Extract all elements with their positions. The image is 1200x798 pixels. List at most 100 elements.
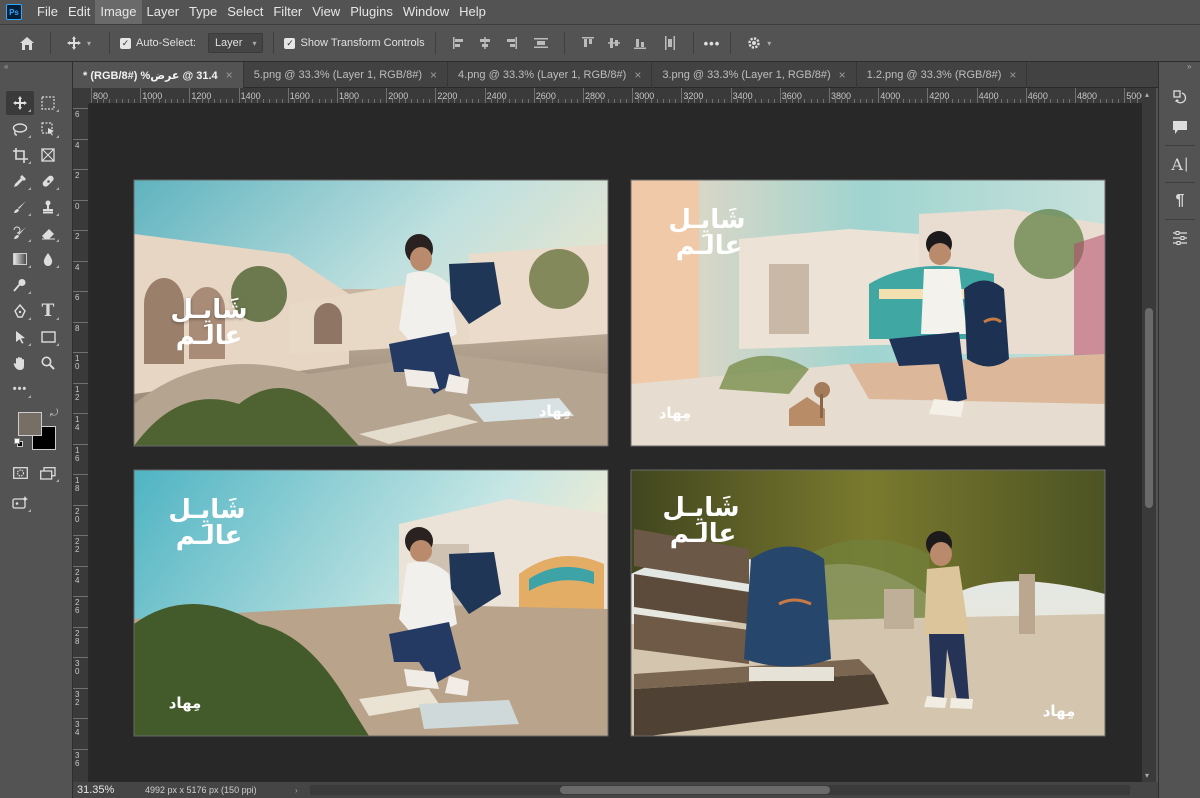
ruler-minor-tick — [785, 99, 787, 103]
foreground-color-swatch[interactable] — [18, 412, 42, 436]
zoom-level-field[interactable]: 31.35% — [73, 784, 125, 796]
menu-layer[interactable]: Layer — [142, 0, 185, 24]
history-panel-icon[interactable] — [1159, 82, 1200, 112]
type-tool-icon[interactable]: T — [34, 299, 62, 323]
close-icon[interactable]: × — [1009, 68, 1016, 82]
eraser-tool-icon[interactable] — [34, 221, 62, 245]
tab-document-2[interactable]: 5.png @ 33.3% (Layer 1, RGB/8#) × — [244, 62, 449, 88]
more-options-button[interactable]: ••• — [704, 36, 721, 51]
close-icon[interactable]: × — [634, 68, 641, 82]
quick-mask-icon[interactable] — [6, 461, 34, 485]
crop-tool-icon[interactable] — [6, 143, 34, 167]
align-top-edges-icon[interactable] — [575, 33, 601, 53]
vertical-scrollbar[interactable]: ▴ ▾ — [1142, 88, 1156, 782]
document-canvas[interactable]: شَايِـل عالـم مِهاد شَايِـل عالـم مِهاد … — [89, 104, 1142, 782]
paragraph-panel-icon[interactable]: ¶ — [1159, 186, 1200, 216]
close-icon[interactable]: × — [226, 68, 233, 82]
hand-tool-icon[interactable] — [6, 351, 34, 375]
tab-document-3[interactable]: 4.png @ 33.3% (Layer 1, RGB/8#) × — [448, 62, 653, 88]
move-tool-icon[interactable] — [6, 91, 34, 115]
home-icon[interactable] — [14, 33, 40, 53]
menu-edit[interactable]: Edit — [63, 0, 95, 24]
screen-mode-icon[interactable] — [34, 461, 62, 485]
healing-brush-tool-icon[interactable] — [34, 169, 62, 193]
horizontal-scrollbar[interactable] — [309, 785, 1130, 795]
move-tool-preset-icon[interactable] — [61, 33, 87, 53]
scroll-down-icon[interactable]: ▾ — [1145, 771, 1149, 780]
marquee-tool-icon[interactable] — [34, 91, 62, 115]
collapse-icon[interactable]: » — [1159, 62, 1200, 72]
menu-image[interactable]: Image — [95, 0, 142, 24]
tab-document-1[interactable]: 31.4 @ عرض% (RGB/8#) * × — [73, 62, 244, 88]
canvas-area[interactable]: شَايِـل عالـم مِهاد شَايِـل عالـم مِهاد … — [89, 104, 1142, 782]
vertical-scroll-thumb[interactable] — [1145, 308, 1153, 508]
menu-view[interactable]: View — [307, 0, 345, 24]
horizontal-scroll-thumb[interactable] — [559, 786, 830, 794]
rectangle-tool-icon[interactable] — [34, 325, 62, 349]
blur-tool-icon[interactable] — [34, 247, 62, 271]
object-selection-tool-icon[interactable] — [34, 117, 62, 141]
ruler-tick — [976, 88, 978, 103]
zoom-tool-icon[interactable] — [34, 351, 62, 375]
menu-help[interactable]: Help — [454, 0, 491, 24]
distribute-horizontal-icon[interactable] — [657, 33, 683, 53]
photo-3[interactable]: شَايِـل عالـم مِهاد — [133, 469, 609, 737]
lasso-tool-icon[interactable] — [6, 117, 34, 141]
menu-select[interactable]: Select — [222, 0, 268, 24]
gradient-tool-icon[interactable] — [6, 247, 34, 271]
clone-stamp-tool-icon[interactable] — [34, 195, 62, 219]
photo-2-logo: مِهاد — [659, 404, 692, 422]
distribute-vertical-icon[interactable] — [528, 33, 554, 53]
generative-icon[interactable] — [6, 491, 34, 515]
show-transform-controls-checkbox[interactable]: ✓ Show Transform Controls — [284, 37, 425, 49]
align-right-edges-icon[interactable] — [498, 33, 524, 53]
menu-type[interactable]: Type — [184, 0, 222, 24]
eyedropper-tool-icon[interactable] — [6, 169, 34, 193]
close-icon[interactable]: × — [839, 68, 846, 82]
ruler-label: 20 — [75, 506, 80, 524]
properties-panel-icon[interactable] — [1159, 223, 1200, 253]
horizontal-ruler[interactable]: 800 1000 1200 1400 1600 1800 2000 2200 2400 2600 2… — [89, 88, 1142, 104]
dodge-tool-icon[interactable] — [6, 273, 34, 297]
scroll-up-icon[interactable]: ▴ — [1145, 90, 1149, 99]
default-colors-icon[interactable] — [14, 438, 23, 447]
chevron-down-icon[interactable]: ▾ — [767, 39, 771, 48]
ruler-minor-tick — [1056, 99, 1058, 103]
ruler-origin[interactable] — [73, 88, 89, 104]
ruler-minor-tick — [619, 99, 621, 103]
photo-2[interactable]: شَايِـل عالـم مِهاد — [630, 179, 1106, 447]
auto-select-dropdown[interactable]: Layer ▾ — [207, 33, 264, 53]
photo-4[interactable]: شَايِـل عالـم مِهاد — [630, 469, 1106, 737]
path-selection-tool-icon[interactable] — [6, 325, 34, 349]
align-left-edges-icon[interactable] — [446, 33, 472, 53]
ruler-tick — [73, 565, 88, 567]
frame-tool-icon[interactable] — [34, 143, 62, 167]
photo-1[interactable]: شَايِـل عالـم مِهاد — [133, 179, 609, 447]
status-menu-chevron-icon[interactable]: › — [295, 786, 298, 795]
align-vertical-centers-icon[interactable] — [601, 33, 627, 53]
align-horizontal-centers-icon[interactable] — [472, 33, 498, 53]
menu-file[interactable]: File — [32, 0, 63, 24]
ruler-tick — [337, 88, 338, 103]
brush-tool-icon[interactable] — [6, 195, 34, 219]
history-brush-tool-icon[interactable] — [6, 221, 34, 245]
tab-document-5[interactable]: 1.2.png @ 33.3% (RGB/8#) × — [857, 62, 1028, 88]
collapse-icon[interactable]: « — [0, 62, 72, 72]
menu-window[interactable]: Window — [398, 0, 454, 24]
gear-icon[interactable] — [741, 33, 767, 53]
menu-filter[interactable]: Filter — [268, 0, 307, 24]
align-bottom-edges-icon[interactable] — [627, 33, 653, 53]
chevron-down-icon[interactable]: ▾ — [87, 39, 91, 48]
character-panel-icon[interactable]: A | — [1159, 149, 1200, 179]
menu-plugins[interactable]: Plugins — [345, 0, 398, 24]
ruler-minor-tick — [392, 99, 394, 103]
tab-document-4[interactable]: 3.png @ 33.3% (Layer 1, RGB/8#) × — [652, 62, 857, 88]
edit-toolbar-icon[interactable]: ••• — [6, 377, 34, 401]
auto-select-checkbox[interactable]: ✓ Auto-Select: — [120, 37, 196, 49]
close-icon[interactable]: × — [430, 68, 437, 82]
swap-colors-icon[interactable]: ⤾ — [50, 408, 58, 419]
vertical-ruler[interactable]: 6 4 2 0 2 4 6 8 10 12 14 16 18 20 22 24 26 28 30 32 34 36 — [73, 104, 89, 782]
ruler-label: 8 — [75, 323, 80, 333]
pen-tool-icon[interactable] — [6, 299, 34, 323]
comments-panel-icon[interactable] — [1159, 112, 1200, 142]
